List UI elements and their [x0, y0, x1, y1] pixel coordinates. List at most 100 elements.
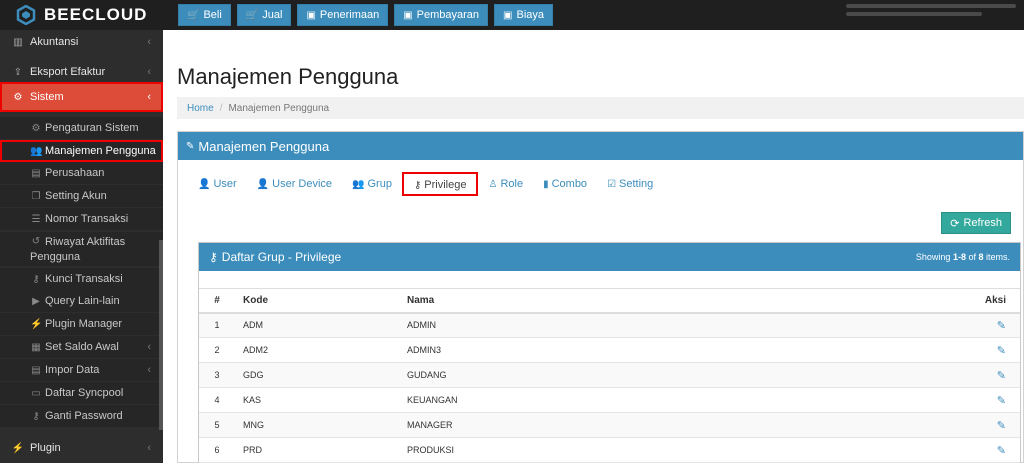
cell-aksi: ✎ [919, 337, 1020, 363]
sidebar-item-label: Sistem [30, 91, 64, 103]
page-title: Manajemen Pengguna [177, 64, 399, 89]
cell-aksi: ✎ [919, 412, 1020, 438]
breadcrumb-current: Manajemen Pengguna [228, 102, 330, 114]
tab-label: Setting [619, 178, 654, 190]
cell-number: 4 [199, 387, 235, 413]
user-icon: 👤 [256, 178, 270, 190]
money-icon: ▣ [403, 9, 413, 21]
tab-user[interactable]: 👤 User [188, 172, 247, 196]
tab-setting[interactable]: ☑ Setting [597, 172, 663, 196]
user-tie-icon: ♙ [488, 178, 498, 190]
edit-pencil-icon[interactable]: ✎ [997, 370, 1006, 382]
table-row: 1 ADM ADMIN ✎ [199, 312, 1020, 338]
beli-button[interactable]: 🛒 Beli [178, 4, 231, 26]
sidebar-sub-manajemen-pengguna[interactable]: 👥 Manajemen Pengguna [0, 140, 163, 162]
label-line-2: Pengguna [30, 251, 81, 263]
cell-number: 6 [199, 437, 235, 463]
tab-grup[interactable]: 👥 Grup [342, 172, 402, 196]
refresh-button[interactable]: ⟳ Refresh [941, 212, 1011, 234]
cell-aksi: ✎ [919, 312, 1020, 338]
chevron-left-icon: ‹ [147, 36, 151, 48]
sidebar-item-label: Eksport Efaktur [30, 66, 106, 78]
edit-pencil-icon[interactable]: ✎ [997, 395, 1006, 407]
chevron-left-icon: ‹ [147, 66, 151, 78]
chevron-left-icon: ‹ [147, 364, 151, 376]
cell-nama: GUDANG [399, 362, 919, 388]
users-icon: 👥 [352, 178, 365, 190]
sidebar-sub-label: Set Saldo Awal [45, 341, 119, 353]
breadcrumb-home-link[interactable]: Home [187, 103, 214, 114]
col-header-kode[interactable]: Kode [235, 288, 399, 314]
cell-nama: PRODUKSI [399, 437, 919, 463]
edit-icon: ☑ [607, 178, 617, 190]
sidebar-sub-riwayat-line2[interactable]: Pengguna [0, 246, 163, 268]
sidebar-sub-perusahaan[interactable]: ▤ Perusahaan [0, 162, 163, 184]
biaya-button[interactable]: ▣ Biaya [494, 4, 554, 26]
sidebar-sub-label: Query Lain-lain [45, 295, 120, 307]
jual-button[interactable]: 🛒 Jual [236, 4, 292, 26]
main-content: Manajemen Pengguna Home / Manajemen Peng… [163, 30, 1024, 463]
edit-pencil-icon[interactable]: ✎ [997, 320, 1006, 332]
sidebar-sub-label: Ganti Password [45, 410, 123, 422]
table-row: 2 ADM2 ADMIN3 ✎ [199, 337, 1020, 363]
sidebar-sub-daftar-syncpool[interactable]: ▭ Daftar Syncpool [0, 382, 163, 404]
sidebar-sub-ganti-password[interactable]: ⚷ Ganti Password [0, 405, 163, 427]
sidebar-sub-label: Kunci Transaksi [45, 273, 123, 285]
money-icon: ▣ [503, 9, 513, 21]
sidebar-item-akuntansi[interactable]: ▥ Akuntansi ‹ [0, 30, 163, 54]
tab-role[interactable]: ♙ Role [478, 172, 533, 196]
grid-title-text: Daftar Grup - Privilege [221, 250, 342, 264]
panel-title: Manajemen Pengguna [198, 138, 330, 154]
edit-pencil-icon[interactable]: ✎ [997, 445, 1006, 457]
key-icon: ⚷ [413, 179, 422, 191]
sidebar-sub-nomor-transaksi[interactable]: ☰ Nomor Transaksi [0, 208, 163, 230]
table-row: 4 KAS KEUANGAN ✎ [199, 387, 1020, 413]
sidebar-sub-label: Nomor Transaksi [45, 213, 129, 225]
cell-number: 2 [199, 337, 235, 363]
pembayaran-button[interactable]: ▣ Pembayaran [394, 4, 489, 26]
refresh-icon: ⟳ [950, 217, 960, 230]
col-header-nama[interactable]: Nama [399, 288, 919, 314]
grid-title: ⚷ Daftar Grup - Privilege [209, 250, 341, 264]
summary-range: 1-8 [952, 252, 966, 262]
chevron-left-icon: ‹ [147, 91, 151, 103]
sidebar-sub-kunci-transaksi[interactable]: ⚷ Kunci Transaksi [0, 268, 163, 290]
cell-nama: ADMIN3 [399, 337, 919, 363]
cell-kode: ADM2 [235, 337, 399, 363]
sidebar: ▥ Akuntansi ‹ ⇪ Eksport Efaktur ‹ ⚙ Sistem ‹ ⚙… [0, 30, 163, 463]
brand-logo[interactable]: BEECLOUD [0, 0, 163, 30]
pembayaran-label: Pembayaran [416, 9, 480, 21]
summary-suffix: items. [983, 252, 1010, 262]
tab-combo[interactable]: ▮ Combo [533, 172, 597, 196]
sidebar-sub-impor-data[interactable]: ▤ Impor Data ‹ [0, 359, 163, 381]
sidebar-sub-set-saldo-awal[interactable]: ▦ Set Saldo Awal ‹ [0, 336, 163, 358]
sidebar-item-plugin[interactable]: ⚡ Plugin ‹ [0, 436, 163, 460]
edit-pencil-icon[interactable]: ✎ [997, 345, 1006, 357]
tab-label: User [213, 178, 237, 190]
privilege-table: # Kode Nama Aksi 1 ADM ADMIN ✎ 2 ADM2 ADMIN3 ✎… [199, 288, 1020, 463]
edit-pencil-icon[interactable]: ✎ [997, 420, 1006, 432]
tab-privilege[interactable]: ⚷ Privilege [401, 172, 479, 196]
grid-header: ⚷ Daftar Grup - Privilege Showing 1-8 of … [199, 243, 1020, 271]
cell-kode: PRD [235, 437, 399, 463]
sidebar-item-eksport-efaktur[interactable]: ⇪ Eksport Efaktur ‹ [0, 60, 163, 84]
sidebar-item-sistem[interactable]: ⚙ Sistem ‹ [0, 82, 163, 112]
user-icon: 👤 [198, 178, 211, 190]
sidebar-sub-label: Plugin Manager [45, 318, 123, 330]
col-header-number[interactable]: # [199, 288, 235, 314]
penerimaan-button[interactable]: ▣ Penerimaan [297, 4, 389, 26]
sync-icon: ▭ [31, 387, 41, 399]
user-menu-blurred[interactable] [846, 4, 1016, 26]
cell-number: 3 [199, 362, 235, 388]
pencil-icon: ✎ [186, 140, 195, 152]
summary-prefix: Showing [915, 252, 953, 262]
tab-user-device[interactable]: 👤 User Device [247, 172, 342, 196]
sidebar-sub-pengaturan-sistem[interactable]: ⚙ Pengaturan Sistem [0, 117, 163, 139]
sidebar-sub-plugin-manager[interactable]: ⚡ Plugin Manager [0, 313, 163, 335]
sidebar-sub-label: Impor Data [45, 364, 100, 376]
money-icon: ▣ [306, 9, 316, 21]
cell-nama: KEUANGAN [399, 387, 919, 413]
sidebar-sub-query-lain-lain[interactable]: ▶ Query Lain-lain [0, 290, 163, 312]
sidebar-sub-setting-akun[interactable]: ❐ Setting Akun [0, 185, 163, 207]
brand-name: BEECLOUD [44, 5, 148, 24]
